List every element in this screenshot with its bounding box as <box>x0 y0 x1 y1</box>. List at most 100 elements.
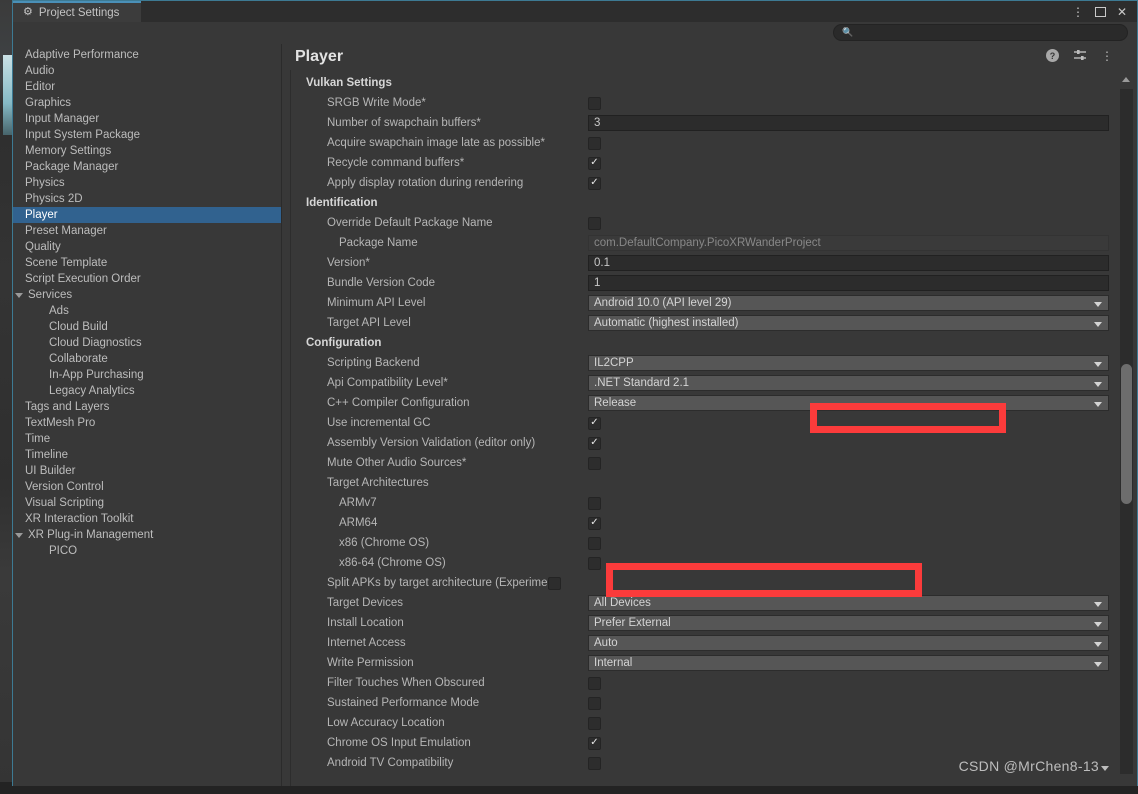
input-bundle-version-code[interactable]: 1 <box>588 275 1109 291</box>
checkbox-srgb-write-mode[interactable] <box>588 96 601 110</box>
sidebar-item-ads[interactable]: Ads <box>13 303 281 319</box>
sidebar-item-adaptive-performance[interactable]: Adaptive Performance <box>13 47 281 63</box>
search-box[interactable]: 🔍 <box>833 24 1128 41</box>
inspector-scrollbar[interactable] <box>1120 89 1133 774</box>
checkbox-chrome-os-input-emulation[interactable]: ✓ <box>588 736 601 750</box>
checkbox-arm64[interactable]: ✓ <box>588 516 601 530</box>
row-label: Internet Access <box>327 637 406 649</box>
sidebar-item-player[interactable]: Player <box>13 207 281 223</box>
search-input[interactable] <box>857 26 1108 39</box>
checkbox-low-accuracy-location[interactable] <box>588 716 601 730</box>
sidebar-item-version-control[interactable]: Version Control <box>13 479 281 495</box>
dropdown-target-api-level[interactable]: Automatic (highest installed) <box>588 315 1109 331</box>
inspector-scrollbar-thumb[interactable] <box>1121 364 1132 504</box>
tab-project-settings[interactable]: ⚙ Project Settings <box>13 1 141 22</box>
panel-header-icons: ? ⋮ <box>1046 49 1113 62</box>
input-version[interactable]: 0.1 <box>588 255 1109 271</box>
chevron-down-icon <box>1094 362 1102 367</box>
sidebar-item-scene-template[interactable]: Scene Template <box>13 255 281 271</box>
scroll-up-arrow-icon[interactable] <box>1122 77 1130 82</box>
checkbox-override-default-package-name[interactable] <box>588 216 601 230</box>
sidebar-item-graphics[interactable]: Graphics <box>13 95 281 111</box>
row-label: Apply display rotation during rendering <box>327 177 524 189</box>
checkbox-acquire-swapchain-image-late-as-possible[interactable] <box>588 136 601 150</box>
checkbox-use-incremental-gc[interactable]: ✓ <box>588 416 601 430</box>
checkbox-x86-chrome-os[interactable] <box>588 536 601 550</box>
inspector-rows: Vulkan Settings SRGB Write Mode* Number of… <box>291 70 1111 773</box>
dropdown-value: .NET Standard 2.1 <box>594 377 690 389</box>
dropdown-api-compatibility-level[interactable]: .NET Standard 2.1 <box>588 375 1109 391</box>
maximize-icon[interactable] <box>1094 6 1106 17</box>
checkbox-mute-other-audio-sources[interactable] <box>588 456 601 470</box>
dropdown-internet-access[interactable]: Auto <box>588 635 1109 651</box>
sidebar-item-collaborate[interactable]: Collaborate <box>13 351 281 367</box>
sidebar-item-memory-settings[interactable]: Memory Settings <box>13 143 281 159</box>
row-bundle-version-code: Bundle Version Code 1 <box>300 273 1111 293</box>
help-icon[interactable]: ? <box>1046 49 1059 62</box>
sidebar-item-pico[interactable]: PICO <box>13 543 281 559</box>
sidebar-item-input-manager[interactable]: Input Manager <box>13 111 281 127</box>
chevron-down-icon[interactable] <box>15 532 23 538</box>
sidebar-item-legacy-analytics[interactable]: Legacy Analytics <box>13 383 281 399</box>
sidebar-item-visual-scripting[interactable]: Visual Scripting <box>13 495 281 511</box>
settings-sidebar[interactable]: Adaptive Performance Audio Editor Graphics I… <box>13 44 282 786</box>
checkbox-filter-touches-when-obscured[interactable] <box>588 676 601 690</box>
sidebar-item-script-execution-order[interactable]: Script Execution Order <box>13 271 281 287</box>
sidebar-item-label: Legacy Analytics <box>49 385 135 397</box>
dropdown-install-location[interactable]: Prefer External <box>588 615 1109 631</box>
row-label: Target Devices <box>327 597 404 609</box>
search-row: 🔍 <box>13 22 1137 44</box>
row-label: Version* <box>327 257 370 269</box>
dropdown-value: Release <box>594 397 637 409</box>
checkbox-armv7[interactable] <box>588 496 601 510</box>
row-chrome-os-input-emulation: Chrome OS Input Emulation ✓ <box>300 733 1111 753</box>
sidebar-item-package-manager[interactable]: Package Manager <box>13 159 281 175</box>
checkbox-apply-display-rotation-during-rendering[interactable]: ✓ <box>588 176 601 190</box>
sidebar-item-cloud-build[interactable]: Cloud Build <box>13 319 281 335</box>
sidebar-item-ui-builder[interactable]: UI Builder <box>13 463 281 479</box>
panel-menu-icon[interactable]: ⋮ <box>1101 50 1113 62</box>
sidebar-item-time[interactable]: Time <box>13 431 281 447</box>
checkbox-assembly-version-validation-editor-only[interactable]: ✓ <box>588 436 601 450</box>
dropdown-c-compiler-configuration[interactable]: Release <box>588 395 1109 411</box>
checkbox-x86-64-chrome-os[interactable] <box>588 556 601 570</box>
sidebar-item-editor[interactable]: Editor <box>13 79 281 95</box>
window-menu-icon[interactable]: ⋮ <box>1072 6 1084 18</box>
sidebar-item-physics-2d[interactable]: Physics 2D <box>13 191 281 207</box>
row-api-compatibility-level: Api Compatibility Level* .NET Standard 2.… <box>300 373 1111 393</box>
sidebar-item-xr-interaction-toolkit[interactable]: XR Interaction Toolkit <box>13 511 281 527</box>
close-icon[interactable]: ✕ <box>1117 6 1127 18</box>
row-split-apks-by-target-architecture-experimental: Split APKs by target architecture (Exper… <box>300 573 1111 593</box>
sidebar-item-cloud-diagnostics[interactable]: Cloud Diagnostics <box>13 335 281 351</box>
row-label: Recycle command buffers* <box>327 157 465 169</box>
sidebar-item-input-system-package[interactable]: Input System Package <box>13 127 281 143</box>
sidebar-item-in-app-purchasing[interactable]: In-App Purchasing <box>13 367 281 383</box>
checkbox-sustained-performance-mode[interactable] <box>588 696 601 710</box>
sidebar-item-xr-plug-in-management[interactable]: XR Plug-in Management <box>13 527 281 543</box>
dropdown-minimum-api-level[interactable]: Android 10.0 (API level 29) <box>588 295 1109 311</box>
sidebar-item-textmesh-pro[interactable]: TextMesh Pro <box>13 415 281 431</box>
input-number-of-swapchain-buffers[interactable]: 3 <box>588 115 1109 131</box>
sidebar-item-timeline[interactable]: Timeline <box>13 447 281 463</box>
checkbox-recycle-command-buffers[interactable]: ✓ <box>588 156 601 170</box>
sidebar-item-tags-and-layers[interactable]: Tags and Layers <box>13 399 281 415</box>
checkbox-split-apks-by-target-architecture-experimental[interactable] <box>548 576 561 590</box>
check-icon: ✓ <box>590 436 599 448</box>
dropdown-target-devices[interactable]: All Devices <box>588 595 1109 611</box>
dropdown-write-permission[interactable]: Internal <box>588 655 1109 671</box>
row-x86-64-chrome-os: x86-64 (Chrome OS) <box>300 553 1111 573</box>
dropdown-scripting-backend[interactable]: IL2CPP <box>588 355 1109 371</box>
row-version: Version* 0.1 <box>300 253 1111 273</box>
sidebar-item-audio[interactable]: Audio <box>13 63 281 79</box>
checkbox-android-tv-compatibility[interactable] <box>588 756 601 770</box>
sidebar-item-services[interactable]: Services <box>13 287 281 303</box>
preset-icon[interactable] <box>1073 49 1087 62</box>
dropdown-value: Android 10.0 (API level 29) <box>594 297 732 309</box>
sidebar-item-quality[interactable]: Quality <box>13 239 281 255</box>
row-label: Assembly Version Validation (editor only… <box>327 437 536 449</box>
sidebar-item-label: Ads <box>49 305 69 317</box>
row-package-name: Package Name com.DefaultCompany.PicoXRWan… <box>300 233 1111 253</box>
chevron-down-icon[interactable] <box>15 292 23 298</box>
sidebar-item-physics[interactable]: Physics <box>13 175 281 191</box>
sidebar-item-preset-manager[interactable]: Preset Manager <box>13 223 281 239</box>
